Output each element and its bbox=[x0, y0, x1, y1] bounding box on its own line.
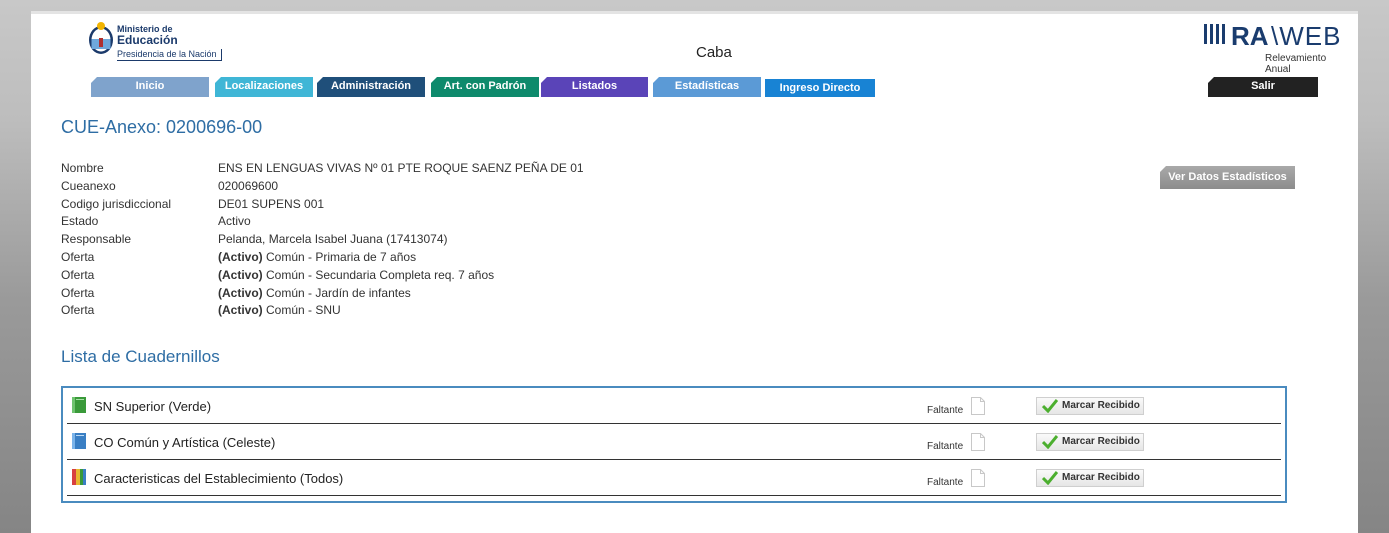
list-item: CO Común y Artística (Celeste) Faltante … bbox=[67, 425, 1281, 460]
cue-title: CUE-Anexo: 0200696-00 bbox=[61, 117, 263, 137]
info-value: Activo bbox=[218, 214, 251, 229]
tab-art-con-padron[interactable]: Art. con Padrón bbox=[431, 77, 539, 97]
blue-book-icon bbox=[72, 433, 86, 449]
info-label: Estado bbox=[61, 214, 99, 229]
tab-listados[interactable]: Listados bbox=[541, 77, 648, 97]
cuadernillo-name: CO Común y Artística (Celeste) bbox=[94, 435, 276, 450]
cuadernillo-name: Caracteristicas del Establecimiento (Tod… bbox=[94, 471, 344, 486]
tab-localizaciones-label: Localizaciones bbox=[224, 80, 304, 92]
tab-estadisticas-label: Estadísticas bbox=[674, 80, 740, 92]
marcar-recibido-label: Marcar Recibido bbox=[1062, 400, 1140, 411]
logout-label: Salir bbox=[1251, 80, 1275, 92]
oferta-status: (Activo) bbox=[218, 267, 263, 282]
info-label: Cueanexo bbox=[61, 178, 116, 193]
list-item: Caracteristicas del Establecimiento (Tod… bbox=[67, 461, 1281, 496]
marcar-recibido-button[interactable]: Marcar Recibido bbox=[1036, 469, 1144, 487]
tab-estadisticas[interactable]: Estadísticas bbox=[653, 77, 761, 97]
info-label: Codigo jurisdiccional bbox=[61, 196, 172, 211]
national-seal-icon bbox=[89, 22, 113, 54]
tab-inicio[interactable]: Inicio bbox=[91, 77, 209, 97]
tab-ingreso-directo[interactable]: Ingreso Directo bbox=[765, 79, 875, 97]
status-label: Faltante bbox=[927, 405, 964, 416]
info-value: (Activo) Común - Secundaria Completa req… bbox=[218, 268, 494, 282]
checkmark-icon bbox=[1042, 399, 1058, 413]
cuadernillo-name: SN Superior (Verde) bbox=[94, 399, 212, 414]
oferta-status: (Activo) bbox=[218, 249, 263, 264]
tab-inicio-label: Inicio bbox=[135, 80, 165, 92]
info-value: (Activo) Común - Primaria de 7 años bbox=[218, 250, 416, 264]
header-divider bbox=[31, 11, 1358, 14]
marcar-recibido-button[interactable]: Marcar Recibido bbox=[1036, 397, 1144, 415]
logout-button[interactable]: Salir bbox=[1208, 77, 1318, 97]
brand-ra: RA bbox=[1231, 21, 1269, 51]
info-label: Oferta bbox=[61, 303, 95, 318]
document-icon bbox=[971, 397, 985, 415]
checkmark-icon bbox=[1042, 435, 1058, 449]
info-value: Pelanda, Marcela Isabel Juana (17413074) bbox=[218, 232, 448, 247]
oferta-value: Común - Jardín de infantes bbox=[262, 285, 411, 300]
raweb-logo: RA \WEB Relevamiento Anual bbox=[1201, 19, 1340, 75]
tab-localizaciones[interactable]: Localizaciones bbox=[215, 77, 313, 97]
barcode-bars-icon bbox=[1204, 24, 1228, 50]
info-label: Oferta bbox=[61, 249, 95, 264]
tab-administracion-label: Administración bbox=[330, 80, 412, 92]
info-label: Responsable bbox=[61, 232, 132, 247]
main-navbar: Inicio Localizaciones Administración Art… bbox=[31, 73, 1358, 97]
oferta-value: Común - Primaria de 7 años bbox=[262, 249, 417, 264]
info-value: ENS EN LENGUAS VIVAS Nº 01 PTE ROQUE SAE… bbox=[218, 161, 584, 175]
marcar-recibido-button[interactable]: Marcar Recibido bbox=[1036, 433, 1144, 451]
header: Ministerio de Educación Presidencia de l… bbox=[31, 11, 1358, 75]
brand-subtitle: Relevamiento Anual bbox=[1265, 53, 1327, 75]
cuadernillos-title: Lista de Cuadernillos bbox=[61, 347, 220, 366]
info-value: (Activo) Común - SNU bbox=[218, 303, 341, 317]
brand-web: \WEB bbox=[1271, 21, 1342, 51]
info-value: 020069600 bbox=[218, 178, 279, 193]
status-label: Faltante bbox=[927, 441, 964, 452]
oferta-value: Común - Secundaria Completa req. 7 años bbox=[262, 267, 495, 282]
jurisdiction-label: Caba bbox=[696, 44, 732, 61]
oferta-status: (Activo) bbox=[218, 285, 263, 300]
tab-administracion[interactable]: Administración bbox=[317, 77, 425, 97]
ver-datos-estadisticos-button[interactable]: Ver Datos Estadísticos bbox=[1160, 166, 1295, 189]
list-item: SN Superior (Verde) Faltante Marcar Reci… bbox=[67, 389, 1281, 424]
tab-listados-label: Listados bbox=[571, 80, 618, 92]
oferta-status: (Activo) bbox=[218, 303, 263, 318]
info-label: Oferta bbox=[61, 285, 95, 300]
info-label: Oferta bbox=[61, 267, 95, 282]
marcar-recibido-label: Marcar Recibido bbox=[1062, 436, 1140, 447]
document-icon bbox=[971, 433, 985, 451]
ministry-name-line2: Educación bbox=[117, 33, 178, 47]
info-value: (Activo) Común - Jardín de infantes bbox=[218, 286, 411, 300]
tab-ingreso-directo-label: Ingreso Directo bbox=[779, 82, 861, 94]
green-book-icon bbox=[72, 397, 86, 413]
ministry-name-line3: Presidencia de la Nación bbox=[117, 49, 222, 61]
multicolor-book-icon bbox=[72, 469, 86, 485]
checkmark-icon bbox=[1042, 471, 1058, 485]
ministry-logo[interactable]: Ministerio de Educación Presidencia de l… bbox=[88, 19, 288, 63]
document-icon bbox=[971, 469, 985, 487]
cuadernillos-list: SN Superior (Verde) Faltante Marcar Reci… bbox=[61, 386, 1287, 503]
marcar-recibido-label: Marcar Recibido bbox=[1062, 472, 1140, 483]
status-label: Faltante bbox=[927, 477, 964, 488]
tab-art-con-padron-label: Art. con Padrón bbox=[443, 80, 527, 92]
oferta-value: Común - SNU bbox=[262, 303, 341, 318]
info-value: DE01 SUPENS 001 bbox=[218, 196, 325, 211]
info-label: Nombre bbox=[61, 161, 104, 175]
